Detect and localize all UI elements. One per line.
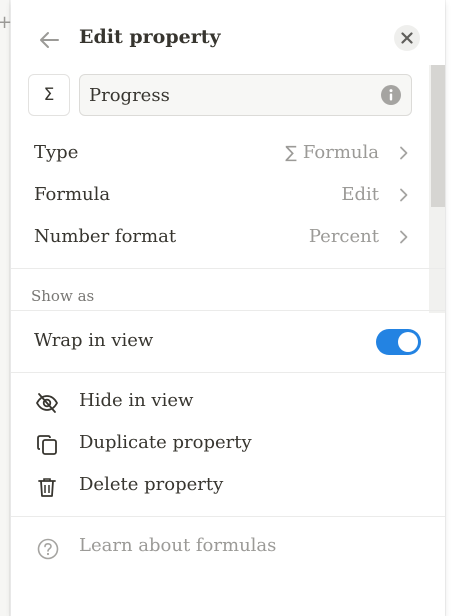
formula-row[interactable]: Formula Edit (11, 176, 431, 214)
learn-about-formulas-label: Learn about formulas (79, 535, 277, 556)
wrap-in-view-label: Wrap in view (34, 330, 154, 351)
back-button[interactable] (33, 24, 65, 56)
number-format-row[interactable]: Number format Percent (11, 218, 431, 256)
duplicate-property-item[interactable]: Duplicate property (11, 425, 445, 463)
close-icon (401, 32, 413, 44)
formula-type-icon: ∑ (285, 142, 297, 163)
property-type-icon-button[interactable]: Σ (28, 74, 70, 116)
delete-property-label: Delete property (79, 474, 224, 495)
eye-slash-icon (35, 393, 59, 413)
formula-value-text: Edit (341, 184, 379, 205)
chevron-right-icon (400, 230, 408, 244)
chevron-right-icon (400, 146, 408, 160)
help-circle-icon (37, 538, 59, 560)
arrow-left-icon (40, 32, 59, 48)
formula-value: Edit (341, 184, 379, 205)
type-value-text: Formula (302, 142, 379, 163)
wrap-in-view-row[interactable]: Wrap in view (11, 322, 445, 360)
type-value: ∑ Formula (285, 142, 379, 163)
formula-label: Formula (34, 184, 111, 205)
delete-property-item[interactable]: Delete property (11, 467, 445, 505)
background-page-strip (0, 0, 10, 616)
property-name-row: Σ (11, 74, 431, 116)
hide-in-view-label: Hide in view (79, 390, 194, 411)
sigma-icon: Σ (43, 85, 55, 105)
divider (11, 516, 445, 517)
duplicate-property-label: Duplicate property (79, 432, 252, 453)
number-format-value: Percent (309, 226, 379, 247)
type-label: Type (34, 142, 79, 163)
toggle-knob (398, 332, 418, 352)
number-format-value-text: Percent (308, 226, 379, 247)
trash-icon (38, 478, 56, 497)
number-format-label: Number format (34, 226, 177, 247)
hide-in-view-item[interactable]: Hide in view (11, 383, 445, 421)
learn-about-formulas-link[interactable]: Learn about formulas (11, 530, 445, 566)
property-name-input[interactable] (79, 74, 412, 116)
panel-header: Edit property (11, 18, 445, 62)
divider (11, 310, 445, 311)
chevron-right-icon (400, 188, 408, 202)
close-button[interactable] (394, 25, 420, 51)
divider (11, 268, 445, 269)
type-row[interactable]: Type ∑ Formula (11, 134, 431, 172)
scrollbar-thumb[interactable] (431, 65, 445, 207)
show-as-heading: Show as (31, 287, 95, 305)
duplicate-icon (37, 435, 57, 455)
edit-property-panel: Edit property Σ Type ∑ Formula Formula E… (11, 0, 445, 616)
divider (11, 372, 445, 373)
panel-title: Edit property (79, 26, 221, 48)
info-icon[interactable] (380, 84, 402, 106)
wrap-in-view-toggle[interactable] (376, 329, 421, 355)
